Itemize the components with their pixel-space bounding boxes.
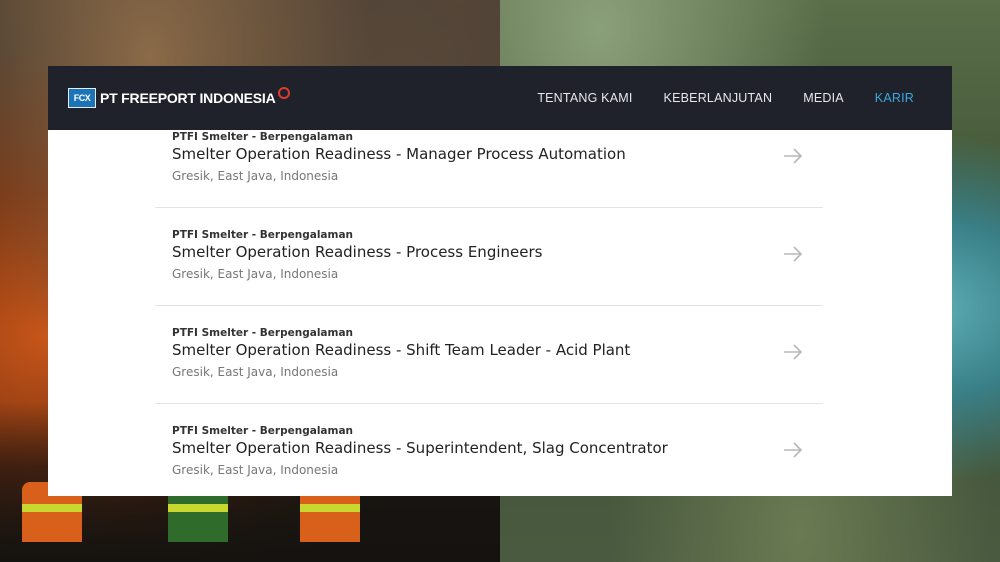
nav-item-karir[interactable]: KARIR (875, 91, 914, 105)
site-header: FCX PT FREEPORT INDONESIA TENTANG KAMI K… (48, 66, 952, 130)
job-location: Gresik, East Java, Indonesia (172, 365, 339, 379)
divider (155, 403, 823, 404)
job-listing[interactable]: PTFI Smelter - Berpengalaman Smelter Ope… (155, 130, 823, 226)
job-list-panel: PTFI Smelter - Berpengalaman Smelter Ope… (48, 130, 952, 496)
job-listing[interactable]: PTFI Smelter - Berpengalaman Smelter Ope… (155, 324, 823, 422)
job-listing[interactable]: PTFI Smelter - Berpengalaman Smelter Ope… (155, 226, 823, 324)
divider (155, 207, 823, 208)
job-title[interactable]: Smelter Operation Readiness - Process En… (172, 243, 542, 261)
nav-item-tentang-kami[interactable]: TENTANG KAMI (537, 91, 632, 105)
arrow-right-icon[interactable] (783, 148, 803, 164)
job-title[interactable]: Smelter Operation Readiness - Superinten… (172, 439, 668, 457)
main-nav: TENTANG KAMI KEBERLANJUTAN MEDIA KARIR (537, 91, 914, 105)
job-location: Gresik, East Java, Indonesia (172, 169, 339, 183)
logo-text: PT FREEPORT INDONESIA (100, 90, 276, 106)
job-title[interactable]: Smelter Operation Readiness - Manager Pr… (172, 145, 626, 163)
job-listing[interactable]: PTFI Smelter - Berpengalaman Smelter Ope… (155, 422, 823, 496)
job-title[interactable]: Smelter Operation Readiness - Shift Team… (172, 341, 630, 359)
job-category: PTFI Smelter - Berpengalaman (172, 327, 354, 339)
job-category: PTFI Smelter - Berpengalaman (172, 425, 354, 437)
freeport-emblem-icon (278, 87, 291, 99)
job-category: PTFI Smelter - Berpengalaman (172, 229, 354, 241)
arrow-right-icon[interactable] (783, 344, 803, 360)
job-location: Gresik, East Java, Indonesia (172, 267, 339, 281)
job-location: Gresik, East Java, Indonesia (172, 463, 339, 477)
logo-mark: FCX (68, 88, 96, 108)
divider (155, 305, 823, 306)
nav-item-keberlanjutan[interactable]: KEBERLANJUTAN (664, 91, 773, 105)
nav-item-media[interactable]: MEDIA (803, 91, 844, 105)
site-logo[interactable]: FCX PT FREEPORT INDONESIA (68, 86, 291, 110)
job-category: PTFI Smelter - Berpengalaman (172, 131, 354, 143)
arrow-right-icon[interactable] (783, 246, 803, 262)
arrow-right-icon[interactable] (783, 442, 803, 458)
